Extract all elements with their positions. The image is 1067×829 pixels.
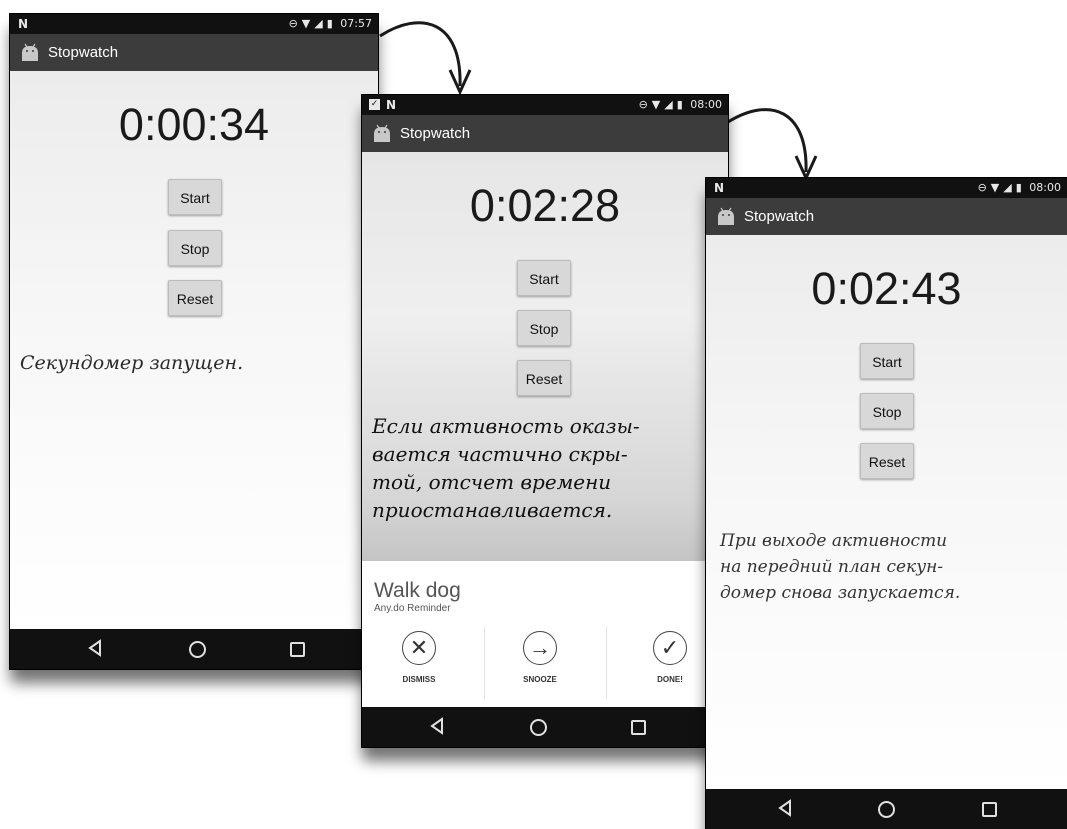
done-action[interactable]: ✓ DONE! <box>625 631 715 684</box>
annotation-resumed: При выходе активности на передний план с… <box>720 531 961 603</box>
reset-button[interactable]: Reset <box>860 443 914 479</box>
home-icon[interactable] <box>530 719 547 736</box>
dismiss-action[interactable]: ✕ DISMISS <box>374 631 464 684</box>
system-icons: ⊖ ▼ ◢ ▮ 08:00 <box>974 181 1061 194</box>
signal-icon: ◢ <box>664 98 673 111</box>
status-bar: N ⊖ ▼ ◢ ▮ 08:00 <box>706 178 1067 198</box>
app-bar: Stopwatch <box>706 198 1067 235</box>
n-icon: N <box>386 98 397 112</box>
back-icon[interactable] <box>778 799 792 817</box>
notification-subtitle: Any.do Reminder <box>374 603 451 614</box>
nav-bar <box>362 707 728 747</box>
app-title: Stopwatch <box>48 44 119 61</box>
dismiss-icon: ✕ <box>402 631 436 665</box>
phone-3: N ⊖ ▼ ◢ ▮ 08:00 Stopwatch 0:02:43 Start Sto… <box>705 177 1067 829</box>
arrow-1-to-2 <box>379 21 462 87</box>
signal-icon: ◢ <box>314 17 323 30</box>
timer-display: 0:02:28 <box>469 180 621 231</box>
android-icon <box>374 124 390 142</box>
annotation-paused: Если активность оказы- вается частично с… <box>372 414 640 522</box>
screen: 0:00:34 Start Stop Reset <box>10 71 378 629</box>
dnd-icon: ⊖ <box>638 98 648 111</box>
start-button[interactable]: Start <box>517 260 571 296</box>
system-icons: ⊖ ▼ ◢ ▮ 08:00 <box>635 98 722 111</box>
notification-title: Walk dog <box>374 579 461 602</box>
checkbox-icon: ✓ <box>369 99 380 110</box>
arrow-2-to-3 <box>727 108 808 173</box>
start-button[interactable]: Start <box>168 179 222 215</box>
reset-button[interactable]: Reset <box>517 360 571 396</box>
app-bar: Stopwatch <box>10 34 378 71</box>
dnd-icon: ⊖ <box>977 181 987 194</box>
android-icon <box>22 43 38 61</box>
status-time: 08:00 <box>1029 181 1061 194</box>
check-icon: ✓ <box>653 631 687 665</box>
app-bar: Stopwatch <box>362 115 728 152</box>
snooze-label: SNOOZE <box>523 675 557 684</box>
nav-bar <box>10 629 378 669</box>
signal-icon: ◢ <box>1003 181 1012 194</box>
nav-bar <box>706 789 1067 829</box>
app-title: Stopwatch <box>744 208 815 225</box>
recents-icon[interactable] <box>631 720 646 735</box>
system-icons: ⊖ ▼ ◢ ▮ 07:57 <box>285 17 372 30</box>
snooze-action[interactable]: → SNOOZE <box>495 631 585 684</box>
reset-button[interactable]: Reset <box>168 280 222 316</box>
n-icon: N <box>18 17 29 31</box>
timer-display: 0:02:43 <box>811 263 962 314</box>
home-icon[interactable] <box>878 801 895 818</box>
android-icon <box>718 207 734 225</box>
status-time: 07:57 <box>340 17 372 30</box>
status-bar: N ⊖ ▼ ◢ ▮ 07:57 <box>10 14 378 34</box>
dnd-icon: ⊖ <box>288 17 298 30</box>
status-time: 08:00 <box>690 98 722 111</box>
dismiss-label: DISMISS <box>402 675 436 684</box>
wifi-icon: ▼ <box>990 181 1000 194</box>
recents-icon[interactable] <box>982 802 997 817</box>
status-bar: ✓ N ⊖ ▼ ◢ ▮ 08:00 <box>362 95 728 115</box>
stop-button[interactable]: Stop <box>860 393 914 429</box>
battery-icon: ▮ <box>326 17 333 30</box>
home-icon[interactable] <box>189 641 206 658</box>
back-icon[interactable] <box>430 717 444 735</box>
timer-display: 0:00:34 <box>118 99 270 150</box>
app-title: Stopwatch <box>400 125 471 142</box>
done-label: DONE! <box>657 675 683 684</box>
arrow-right-icon: → <box>523 631 557 665</box>
annotation-started: Секундомер запущен. <box>20 352 244 374</box>
phone-1: N ⊖ ▼ ◢ ▮ 07:57 Stopwatch 0:00:34 Start Sto… <box>9 13 379 670</box>
screen: 0:02:43 Start Stop Reset <box>706 235 1067 789</box>
start-button[interactable]: Start <box>860 343 914 379</box>
battery-icon: ▮ <box>676 98 683 111</box>
stop-button[interactable]: Stop <box>517 310 571 346</box>
recents-icon[interactable] <box>290 642 305 657</box>
n-icon: N <box>714 181 725 195</box>
notification-card[interactable]: Walk dog Any.do Reminder ▲ ✕ DISMISS → S… <box>362 561 728 707</box>
back-icon[interactable] <box>88 639 102 657</box>
stop-button[interactable]: Stop <box>168 230 222 266</box>
battery-icon: ▮ <box>1015 181 1022 194</box>
wifi-icon: ▼ <box>651 98 661 111</box>
wifi-icon: ▼ <box>301 17 311 30</box>
